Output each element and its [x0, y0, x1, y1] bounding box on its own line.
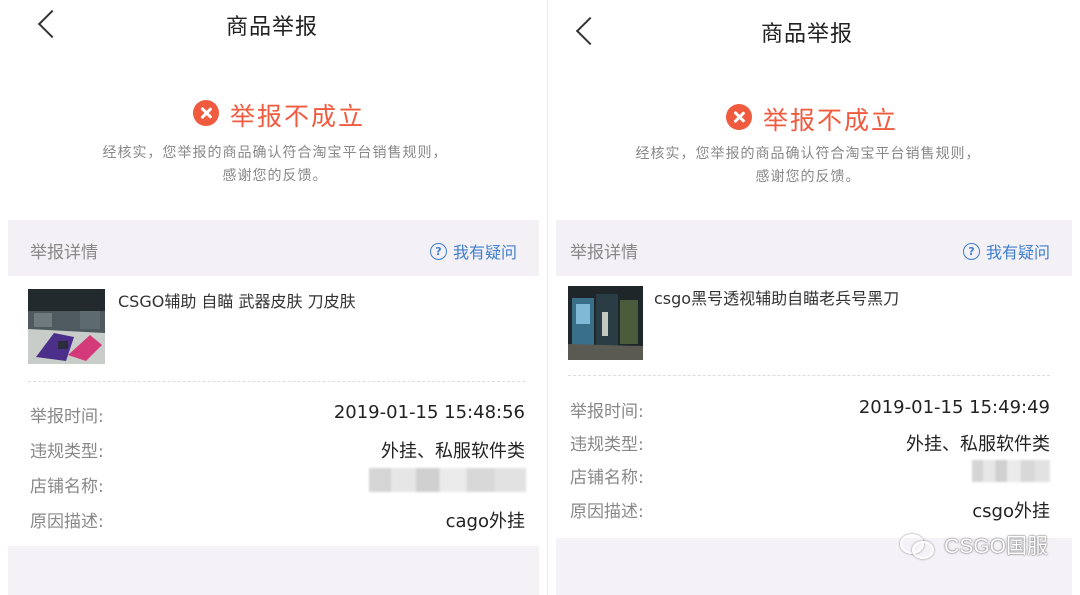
status-note-line2: 感谢您的反馈。 [755, 169, 861, 185]
product-thumbnail-image [28, 289, 105, 364]
violation-type-label: 违规类型: [30, 442, 104, 462]
reason-label: 原因描述: [30, 512, 104, 532]
question-label: 我有疑问 [985, 243, 1050, 262]
shop-name-redacted [369, 468, 526, 492]
violation-type-label: 违规类型: [570, 435, 644, 455]
status-text: 举报不成立 [230, 102, 366, 131]
page-title: 商品举报 [761, 22, 854, 47]
reason-value: csgo外挂 [972, 501, 1050, 522]
back-chevron-left-icon[interactable] [37, 9, 67, 39]
product-name[interactable]: CSGO辅助 自瞄 武器皮肤 刀皮肤 [118, 288, 356, 312]
report-time-value: 2019-01-15 15:48:56 [333, 402, 525, 423]
shop-name-label: 店铺名称: [570, 468, 644, 488]
details-header: 举报详情 ? 我有疑问 [8, 220, 539, 276]
shop-name-redacted [972, 460, 1050, 482]
watermark-text: CSGO国服 [944, 535, 1048, 558]
reason-value: cago外挂 [445, 511, 525, 532]
question-link[interactable]: ? 我有疑问 [962, 239, 1050, 263]
details-label: 举报详情 [570, 243, 638, 263]
details-header: 举报详情 ? 我有疑问 [556, 220, 1072, 276]
status-text: 举报不成立 [763, 106, 899, 135]
status-note-line2: 感谢您的反馈。 [222, 168, 328, 184]
status-note: 经核实，您举报的商品确认符合淘宝平台销售规则， 感谢您的反馈。 [573, 143, 1043, 189]
question-circle-icon: ? [962, 242, 980, 260]
violation-type-value: 外挂、私服软件类 [906, 434, 1050, 455]
product-thumbnail[interactable] [568, 286, 643, 360]
back-chevron-left-icon[interactable] [575, 16, 605, 46]
status-note: 经核实，您举报的商品确认符合淘宝平台销售规则， 感谢您的反馈。 [40, 142, 510, 188]
page-title: 商品举报 [226, 15, 319, 40]
shop-name-label: 店铺名称: [30, 477, 104, 497]
question-link[interactable]: ? 我有疑问 [429, 239, 517, 263]
reason-label: 原因描述: [570, 502, 644, 522]
question-circle-icon: ? [429, 242, 447, 260]
wechat-icon [900, 532, 935, 559]
product-thumbnail-image [568, 286, 643, 360]
violation-type-value: 外挂、私服软件类 [381, 441, 525, 462]
details-label: 举报详情 [30, 243, 98, 263]
report-panel-left: 商品举报 举报不成立 经核实，您举报的商品确认符合淘宝平台销售规则， 感谢您的反… [0, 0, 547, 595]
error-x-icon [193, 100, 219, 126]
watermark: CSGO国服 [900, 530, 1048, 560]
report-time-label: 举报时间: [30, 407, 104, 427]
report-time-label: 举报时间: [570, 402, 644, 422]
question-label: 我有疑问 [452, 243, 517, 262]
error-x-icon [726, 104, 752, 130]
status-note-line1: 经核实，您举报的商品确认符合淘宝平台销售规则， [635, 146, 981, 162]
product-thumbnail[interactable] [28, 289, 105, 364]
status-note-line1: 经核实，您举报的商品确认符合淘宝平台销售规则， [102, 145, 448, 161]
bottom-band [8, 546, 539, 595]
report-panel-right: 商品举报 举报不成立 经核实，您举报的商品确认符合淘宝平台销售规则， 感谢您的反… [548, 0, 1080, 595]
product-name[interactable]: csgo黑号透视辅助自瞄老兵号黑刀 [654, 285, 899, 309]
dashed-separator [28, 381, 525, 382]
report-time-value: 2019-01-15 15:49:49 [858, 397, 1050, 418]
dashed-separator [568, 375, 1050, 376]
